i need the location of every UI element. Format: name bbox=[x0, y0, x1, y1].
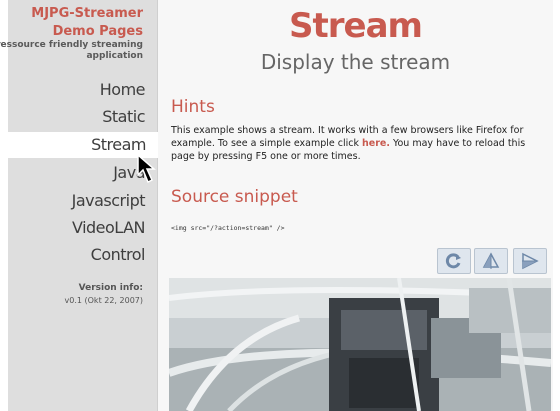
snippet-code: <img src="/?action=stream" /> bbox=[171, 224, 285, 232]
sidebar: MJPG-Streamer Demo Pages ressource frien… bbox=[0, 0, 158, 411]
hints-text: This example shows a stream. It works wi… bbox=[171, 124, 551, 163]
nav-item-home[interactable]: Home bbox=[8, 77, 157, 103]
stream-image bbox=[169, 278, 551, 411]
window-edge bbox=[553, 0, 560, 411]
brand-tagline: ressource friendly streaming application bbox=[0, 40, 143, 61]
nav-item-videolan[interactable]: VideoLAN bbox=[8, 215, 157, 241]
snippet-heading: Source snippet bbox=[171, 187, 298, 207]
flip-vertical-button[interactable] bbox=[474, 248, 508, 274]
nav-item-java[interactable]: Java bbox=[8, 160, 157, 186]
mouse-cursor-icon bbox=[137, 153, 156, 184]
rotate-icon bbox=[445, 253, 461, 269]
version-label: Version info: bbox=[78, 283, 143, 293]
hints-here-link[interactable]: here. bbox=[362, 138, 390, 149]
nav-item-static[interactable]: Static bbox=[8, 104, 157, 130]
page-subtitle: Display the stream bbox=[260, 50, 451, 74]
brand-title: MJPG-Streamer bbox=[31, 6, 143, 21]
page-title: Stream bbox=[289, 6, 423, 46]
main-content: Stream Display the stream Hints This exa… bbox=[158, 0, 553, 411]
hints-heading: Hints bbox=[171, 97, 215, 117]
flip-horizontal-button[interactable] bbox=[513, 248, 547, 274]
nav-item-javascript[interactable]: Javascript bbox=[8, 188, 157, 214]
rotate-button[interactable] bbox=[437, 248, 471, 274]
flip-vertical-icon bbox=[482, 252, 500, 269]
nav-item-control[interactable]: Control bbox=[8, 242, 157, 268]
flip-horizontal-icon bbox=[522, 252, 539, 270]
brand-subtitle: Demo Pages bbox=[52, 24, 143, 39]
version-value: v0.1 (Okt 22, 2007) bbox=[64, 296, 143, 305]
